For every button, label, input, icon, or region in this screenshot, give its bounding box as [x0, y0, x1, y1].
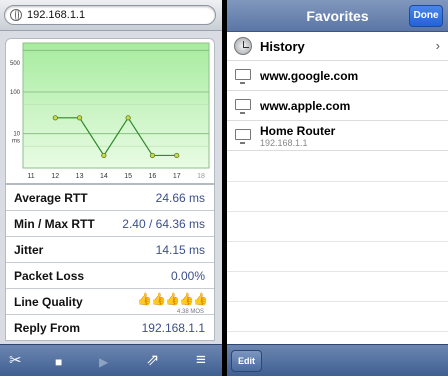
thumbs-up-icon: 👍: [151, 292, 166, 306]
stat-value: 14.15 ms: [155, 243, 205, 257]
chart-point: [76, 115, 83, 121]
x-tick-label: 12: [51, 173, 59, 180]
stat-row-jitter: Jitter 14.15 ms: [6, 236, 214, 262]
globe-icon: [10, 9, 22, 21]
chart-point: [125, 115, 131, 121]
favorite-history[interactable]: History ›: [227, 32, 448, 61]
y-tick-label: 10: [13, 132, 20, 138]
stat-value: 24.66 ms: [155, 191, 205, 205]
monitor-icon: [235, 69, 251, 84]
stat-row-min-max-rtt: Min / Max RTT 2.40 / 64.36 ms: [6, 210, 214, 236]
chart-point: [174, 152, 180, 159]
edit-button[interactable]: Edit: [231, 350, 262, 372]
divider: [227, 181, 448, 182]
x-tick-label: 18: [197, 173, 205, 180]
list-icon[interactable]: ≡: [196, 351, 206, 368]
monitor-icon: [235, 99, 251, 114]
stat-value: 2.40 / 64.36 ms: [122, 217, 205, 231]
play-icon[interactable]: ▶: [99, 355, 108, 370]
thumbs-up-icon: 👍: [165, 292, 180, 306]
chart-point: [149, 152, 156, 159]
favorite-apple[interactable]: www.apple.com: [227, 91, 448, 121]
stat-row-average-rtt: Average RTT 24.66 ms: [6, 184, 214, 210]
share-icon[interactable]: ⇗: [146, 353, 159, 369]
url-text: 192.168.1.1: [27, 9, 86, 21]
stop-icon[interactable]: ■: [55, 355, 62, 370]
chart-point: [101, 152, 107, 159]
x-tick-label: 17: [173, 173, 181, 180]
done-button[interactable]: Done: [409, 5, 443, 27]
thumbs-up-icon: 👍: [179, 292, 194, 306]
divider: [227, 301, 448, 302]
x-tick-label: 11: [27, 173, 34, 180]
favorite-label: www.apple.com: [260, 99, 351, 113]
x-tick-label: 14: [100, 173, 108, 180]
clock-icon: [234, 37, 252, 55]
stat-label: Reply From: [14, 321, 81, 335]
favorites-pane: Favorites Done History › www.google.com …: [227, 0, 448, 376]
favorite-label: History: [260, 39, 305, 54]
favorite-label: www.google.com: [260, 69, 359, 83]
stat-row-line-quality: Line Quality 👍 👍 👍 👍 👍 4.38 MOS: [6, 288, 214, 315]
quality-rating: 👍 👍 👍 👍 👍: [137, 292, 208, 306]
stat-label: Min / Max RTT: [14, 217, 95, 231]
ping-pane: 192.168.1.1 500 100 10 ms 11 12 13 14 15 16 17 18 A…: [0, 0, 222, 376]
divider: [227, 331, 448, 332]
stat-label: Packet Loss: [14, 269, 85, 283]
favorite-google[interactable]: www.google.com: [227, 61, 448, 91]
favorite-sublabel: 192.168.1.1: [260, 138, 308, 148]
thumbs-up-icon: 👍: [137, 292, 152, 306]
monitor-icon: [235, 129, 251, 144]
stat-row-reply-from: Reply From 192.168.1.1: [6, 314, 214, 340]
x-tick-label: 16: [149, 173, 157, 180]
nav-bar: Favorites Done: [227, 0, 448, 32]
stat-row-packet-loss: Packet Loss 0.00%: [6, 262, 214, 288]
divider: [227, 271, 448, 272]
x-tick-label: 13: [76, 173, 84, 180]
chart-point: [52, 115, 58, 121]
bottom-toolbar: ✂ ■ ▶ ⇗ ≡: [0, 344, 222, 376]
rtt-graph: 500 100 10 ms 11 12 13 14 15 16 17 18: [5, 38, 215, 184]
tools-icon[interactable]: ✂: [9, 353, 22, 368]
stat-value: 0.00%: [170, 269, 205, 283]
thumbs-up-icon: 👍: [193, 292, 208, 306]
chevron-right-icon: ›: [435, 38, 440, 53]
divider: [227, 241, 448, 242]
y-tick-label: 500: [10, 61, 21, 67]
stat-value: 192.168.1.1: [141, 321, 205, 335]
favorite-home-router[interactable]: Home Router 192.168.1.1: [227, 121, 448, 151]
x-tick-label: 15: [124, 173, 132, 180]
y-tick-label: 100: [10, 90, 21, 96]
bottom-toolbar: Edit: [227, 344, 448, 376]
rtt-chart: 500 100 10ms 11 12 13 14 15 16 17 18: [10, 42, 210, 180]
stats-table: Average RTT 24.66 ms Min / Max RTT 2.40 …: [5, 184, 215, 341]
favorite-label: Home Router: [260, 124, 336, 138]
chart-plot-area: [22, 42, 210, 169]
divider: [227, 211, 448, 212]
y-unit-label: ms: [12, 139, 20, 145]
stat-label: Jitter: [14, 243, 44, 257]
stat-label: Average RTT: [14, 191, 88, 205]
url-field[interactable]: 192.168.1.1: [4, 5, 216, 25]
url-bar: 192.168.1.1: [0, 0, 222, 31]
stat-label: Line Quality: [14, 295, 83, 309]
